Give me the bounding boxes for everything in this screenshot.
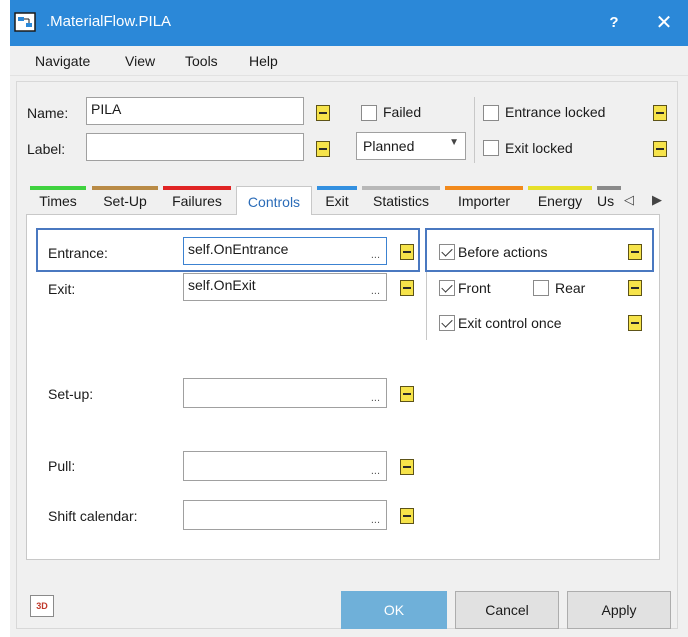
inherit-entrance-locked-icon[interactable]	[653, 105, 667, 121]
menu-view[interactable]: View	[125, 53, 155, 69]
pull-field[interactable]: ...	[183, 451, 387, 481]
inherit-exit-locked-icon[interactable]	[653, 141, 667, 157]
menu-bar	[10, 46, 688, 76]
entrance-locked-checkbox[interactable]	[483, 105, 499, 121]
inherit-front-rear-icon[interactable]	[628, 280, 642, 296]
tab-failures[interactable]: Failures	[163, 186, 231, 214]
menu-navigate[interactable]: Navigate	[35, 53, 90, 69]
tab-user-defined[interactable]: Us	[597, 186, 621, 214]
rear-label: Rear	[555, 280, 586, 296]
inherit-exit-control-once-icon[interactable]	[628, 315, 642, 331]
inherit-shift-calendar-icon[interactable]	[400, 508, 414, 524]
entrance-locked-label: Entrance locked	[505, 104, 606, 120]
3d-button[interactable]: 3D	[30, 595, 54, 617]
exit-value: self.OnExit	[188, 277, 256, 293]
tab-controls[interactable]: Controls	[236, 186, 312, 215]
setup-label: Set-up:	[48, 386, 94, 402]
tab-times[interactable]: Times	[30, 186, 86, 214]
ok-button[interactable]: OK	[341, 591, 447, 629]
entrance-highlight-box	[36, 228, 420, 272]
inherit-name-icon[interactable]	[316, 105, 330, 121]
label-label: Label:	[27, 141, 66, 157]
divider	[474, 97, 475, 163]
shift-calendar-field[interactable]: ...	[183, 500, 387, 530]
name-field[interactable]: PILA	[86, 97, 304, 125]
app-icon	[14, 12, 36, 32]
status-select[interactable]: Planned ▼	[356, 132, 466, 160]
tab-importer[interactable]: Importer	[445, 186, 523, 214]
failed-checkbox[interactable]	[361, 105, 377, 121]
ellipsis-icon[interactable]: ...	[371, 285, 380, 297]
tab-scroll-right-icon[interactable]: ▶	[652, 192, 662, 208]
rear-checkbox[interactable]	[533, 280, 549, 296]
inherit-label-icon[interactable]	[316, 141, 330, 157]
cancel-button[interactable]: Cancel	[455, 591, 559, 629]
shift-calendar-label: Shift calendar:	[48, 508, 138, 524]
tab-energy[interactable]: Energy	[528, 186, 592, 214]
status-value: Planned	[363, 138, 415, 154]
exit-field[interactable]: self.OnExit ...	[183, 273, 387, 301]
inherit-pull-icon[interactable]	[400, 459, 414, 475]
menu-help[interactable]: Help	[249, 53, 278, 69]
chevron-down-icon: ▼	[449, 137, 459, 148]
exit-label: Exit:	[48, 281, 76, 297]
window-title: .MaterialFlow.PILA	[46, 13, 172, 30]
exit-control-once-checkbox[interactable]	[439, 315, 455, 331]
before-actions-highlight-box	[425, 228, 654, 272]
ellipsis-icon[interactable]: ...	[371, 514, 380, 526]
tab-scroll-left-icon[interactable]: ◁	[624, 192, 634, 208]
inherit-setup-icon[interactable]	[400, 386, 414, 402]
tab-exit[interactable]: Exit	[317, 186, 357, 214]
exit-locked-checkbox[interactable]	[483, 140, 499, 156]
help-button[interactable]: ?	[604, 14, 624, 31]
apply-button[interactable]: Apply	[567, 591, 671, 629]
front-checkbox[interactable]	[439, 280, 455, 296]
exit-locked-label: Exit locked	[505, 140, 573, 156]
inherit-exit-icon[interactable]	[400, 280, 414, 296]
failed-label: Failed	[383, 104, 422, 120]
exit-control-once-label: Exit control once	[458, 315, 562, 331]
front-label: Front	[458, 280, 491, 296]
label-field[interactable]	[86, 133, 304, 161]
ellipsis-icon[interactable]: ...	[371, 465, 380, 477]
ellipsis-icon[interactable]: ...	[371, 392, 380, 404]
menu-tools[interactable]: Tools	[185, 53, 218, 69]
tab-set-up[interactable]: Set-Up	[92, 186, 158, 214]
close-button[interactable]: ✕	[652, 10, 676, 35]
setup-field[interactable]: ...	[183, 378, 387, 408]
tab-statistics[interactable]: Statistics	[362, 186, 440, 214]
pull-label: Pull:	[48, 458, 76, 474]
name-label: Name:	[27, 105, 69, 121]
